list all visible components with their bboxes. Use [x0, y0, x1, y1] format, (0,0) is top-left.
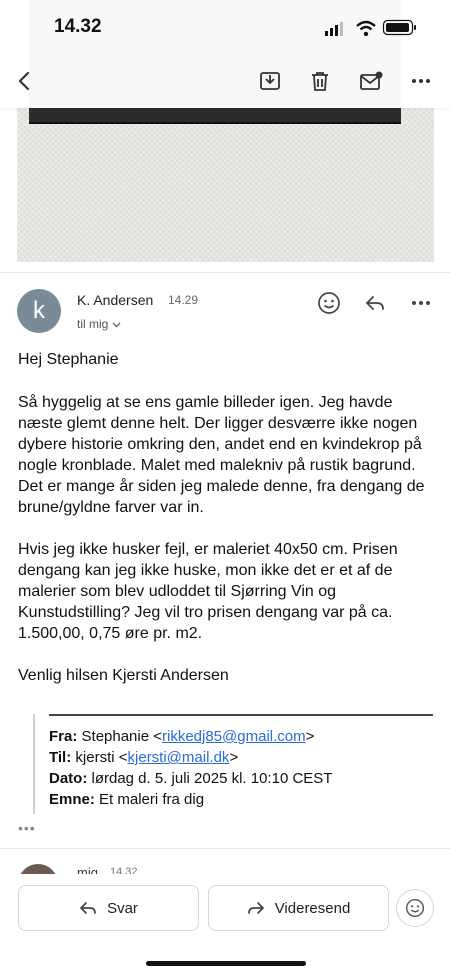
show-trimmed-content-button[interactable]: ••• — [18, 820, 36, 836]
chevron-down-icon — [112, 322, 121, 327]
reply-icon — [366, 296, 384, 310]
archive-icon — [260, 72, 280, 90]
status-icons — [325, 17, 417, 39]
more-horizontal-icon — [412, 79, 430, 83]
quoted-to-email[interactable]: kjersti@mail.dk — [128, 749, 230, 766]
quoted-subject-label: Emne: — [49, 791, 95, 808]
quoted-from-name: Stephanie < — [81, 728, 163, 745]
status-time: 14.32 — [54, 16, 102, 37]
reply-action-label: Svar — [107, 899, 138, 917]
emoji-icon — [405, 898, 425, 918]
quoted-to-line: Til: kjersti <kjersti@mail.dk> — [49, 747, 434, 768]
greeting: Hej Stephanie — [18, 351, 119, 368]
more-button[interactable] — [404, 64, 438, 98]
divider — [0, 272, 450, 273]
reply-icon — [80, 902, 96, 914]
sent-time: 14.29 — [168, 293, 199, 307]
quoted-to-name: kjersti < — [75, 749, 128, 766]
recipient-summary: til mig — [77, 317, 109, 331]
delete-button[interactable] — [303, 64, 337, 98]
battery-icon — [382, 19, 416, 36]
quoted-date-line: Dato: lørdag d. 5. juli 2025 kl. 10:10 C… — [49, 768, 434, 789]
quoted-subject-line: Emne: Et maleri fra dig — [49, 789, 434, 810]
avatar[interactable]: k — [17, 289, 61, 333]
quoted-header: Fra: Stephanie <rikkedj85@gmail.com> Til… — [49, 726, 434, 810]
message-more-button[interactable] — [404, 286, 438, 320]
quoted-date-value: lørdag d. 5. juli 2025 kl. 10:10 CEST — [91, 770, 333, 787]
add-reaction-button[interactable] — [396, 889, 434, 927]
trash-icon — [312, 72, 328, 91]
archive-button[interactable] — [253, 64, 287, 98]
wifi-icon — [356, 20, 376, 37]
mark-unread-button[interactable] — [354, 64, 388, 98]
home-indicator[interactable] — [146, 961, 306, 966]
reply-action-button[interactable]: Svar — [18, 885, 199, 931]
chevron-left-icon — [18, 71, 30, 91]
quoted-from-label: Fra: — [49, 728, 78, 745]
quoted-date-label: Dato: — [49, 770, 88, 787]
quote-separator — [49, 714, 433, 716]
body-paragraph-1: Så hyggelig at se ens gamle billeder ige… — [18, 394, 425, 516]
body-paragraph-2: Hvis jeg ikke husker fejl, er maleriet 4… — [18, 541, 398, 642]
react-emoji-button[interactable] — [312, 286, 346, 320]
divider — [0, 848, 450, 849]
quoted-from-close: > — [305, 728, 315, 745]
quoted-from-line: Fra: Stephanie <rikkedj85@gmail.com> — [49, 726, 434, 747]
more-horizontal-icon — [412, 301, 430, 305]
quoted-to-close: > — [229, 749, 239, 766]
quoted-from-email[interactable]: rikkedj85@gmail.com — [162, 728, 306, 745]
quoted-subject-value: Et maleri fra dig — [99, 791, 205, 808]
forward-action-button[interactable]: Videresend — [208, 885, 389, 931]
mark-unread-icon — [360, 71, 383, 90]
back-button[interactable] — [8, 64, 42, 98]
sender-name[interactable]: K. Andersen — [77, 292, 153, 308]
quoted-to-label: Til: — [49, 749, 72, 766]
signoff: Venlig hilsen Kjersti Andersen — [18, 667, 229, 684]
emoji-icon — [318, 292, 340, 314]
forward-action-label: Videresend — [274, 899, 351, 917]
signal-icon — [325, 22, 343, 36]
quote-bar — [33, 714, 35, 814]
recipient-details-toggle[interactable]: til mig — [77, 317, 121, 331]
forward-icon — [247, 902, 264, 914]
reply-button[interactable] — [358, 286, 392, 320]
